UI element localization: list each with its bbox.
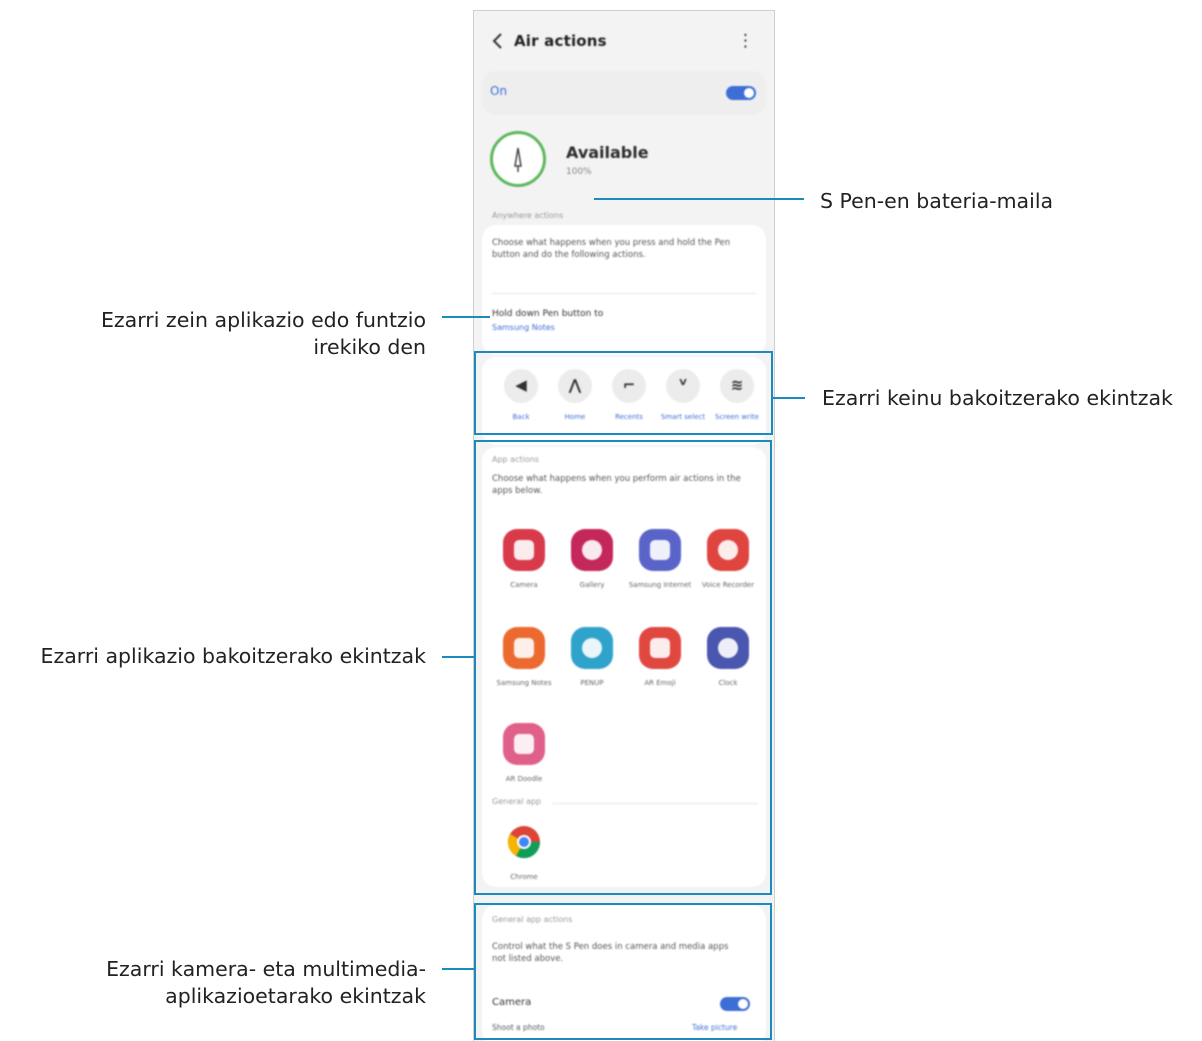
main-toggle[interactable] <box>726 86 756 100</box>
main-switch-label: On <box>490 84 508 98</box>
battery-level: 100% <box>566 167 592 177</box>
anywhere-card: Choose what happens when you press and h… <box>482 225 766 355</box>
media-highlight <box>474 903 772 1040</box>
page-title: Air actions <box>514 32 607 50</box>
back-icon[interactable] <box>490 31 506 51</box>
gestures-callout: Ezarri keinu bakoitzerako ekintzak <box>822 386 1173 410</box>
gestures-highlight <box>474 351 773 435</box>
pen-status: Available 100% <box>482 123 766 207</box>
apps-callout-line <box>442 656 474 658</box>
hold-down-value[interactable]: Samsung Notes <box>492 323 555 332</box>
battery-callout-line <box>594 198 804 200</box>
apps-callout: Ezarri aplikazio bakoitzerako ekintzak <box>40 644 427 668</box>
media-callout-line <box>442 968 474 970</box>
s-pen-icon <box>490 131 546 187</box>
media-callout: Ezarri kamera- eta multimedia- aplikazio… <box>106 956 426 1010</box>
hold-down-callout-line <box>442 316 490 318</box>
hold-down-label[interactable]: Hold down Pen button to <box>492 309 603 319</box>
anywhere-section-label: Anywhere actions <box>492 211 564 220</box>
app-bar: Air actions ⋮ <box>474 25 774 59</box>
media-callout-line-2: aplikazioetarako ekintzak <box>165 984 426 1008</box>
main-switch-row[interactable]: On <box>482 71 766 115</box>
hold-down-callout: Ezarri zein aplikazio edo funtzio irekik… <box>101 307 426 361</box>
status-title: Available <box>566 143 649 162</box>
gestures-callout-line <box>773 397 805 399</box>
apps-highlight <box>474 440 772 895</box>
anywhere-description: Choose what happens when you press and h… <box>492 238 731 260</box>
battery-callout: S Pen-en bateria-maila <box>820 189 1054 213</box>
hold-down-callout-line-1: Ezarri zein aplikazio edo funtzio <box>100 308 426 332</box>
divider <box>492 293 756 294</box>
media-callout-line-1: Ezarri kamera- eta multimedia- <box>106 957 426 981</box>
more-options-icon[interactable]: ⋮ <box>737 31 754 51</box>
hold-down-callout-line-2: irekiko den <box>313 335 426 359</box>
